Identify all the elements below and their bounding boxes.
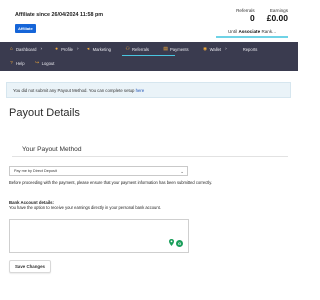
rank-progress-bar	[216, 36, 288, 38]
user-icon: ●	[55, 47, 59, 52]
nav-item-marketing[interactable]: ◂ Marketing	[86, 47, 111, 52]
earnings-value: £0.00	[266, 13, 288, 23]
nav-item-help[interactable]: ? Help	[9, 61, 25, 66]
earnings-stat: Earnings £0.00	[267, 8, 288, 23]
nav-item-payments[interactable]: ▤ Payments	[163, 47, 189, 52]
referrals-icon: ⚇	[125, 47, 130, 52]
nav-label: Wallet	[209, 47, 222, 52]
active-nav-indicator	[122, 55, 175, 56]
payout-info-text: Before proceeding with the payment, plea…	[9, 180, 213, 185]
stats: Referrals 0 Earnings £0.00	[236, 8, 288, 23]
affiliate-badge: Affiliate	[15, 24, 36, 33]
nav-row-2: ? Help ↪ Logout	[0, 58, 298, 69]
chevron-right-icon: ›	[40, 47, 43, 52]
nav-label: Marketing	[92, 47, 111, 52]
nav-label: Dashboard	[16, 47, 37, 52]
bank-details-textarea[interactable]	[9, 219, 189, 253]
grammar-check-icon[interactable]: G	[176, 240, 183, 247]
megaphone-icon: ◂	[86, 47, 90, 52]
referrals-stat: Referrals 0	[236, 8, 255, 23]
referrals-value: 0	[249, 13, 255, 23]
logout-icon: ↪	[35, 61, 40, 66]
nav-label: Reports	[242, 47, 258, 52]
payout-notice: You did not submit any Payout Method. Yo…	[6, 82, 291, 98]
nav-item-logout[interactable]: ↪ Logout	[35, 61, 55, 66]
save-changes-button[interactable]: Save Changes	[9, 260, 51, 273]
nav-item-wallet[interactable]: ◉ Wallet ›	[203, 47, 227, 52]
page-title: Payout Details	[9, 107, 80, 119]
chevron-down-icon: ⌄	[180, 168, 184, 174]
nav-item-reports[interactable]: Reports	[243, 47, 258, 52]
rank-prefix: Until	[227, 29, 238, 34]
affiliate-since-text: Affiliate since 26/04/2024 11:58 pm	[15, 12, 104, 18]
section-title: Your Payout Method	[22, 146, 82, 153]
notice-link[interactable]: here	[136, 88, 145, 93]
nav-item-profile[interactable]: ● Profile ›	[54, 47, 78, 52]
nav-label: Logout	[41, 61, 55, 66]
nav-item-referrals[interactable]: ⚇ Referrals	[125, 47, 149, 52]
chevron-right-icon: ›	[225, 47, 227, 52]
main-nav: ⌂ Dashboard › ● Profile › ◂ Marketing ⚇ …	[0, 42, 298, 71]
top-header: Affiliate since 26/04/2024 11:58 pm Affi…	[0, 0, 298, 41]
nav-label: Payments	[169, 47, 189, 52]
rank-suffix: Rank...	[261, 29, 276, 34]
nav-label: Profile	[61, 47, 73, 52]
chevron-right-icon: ›	[76, 47, 79, 52]
rank-name: Associate	[238, 29, 261, 34]
notice-text: You did not submit any Payout Method. Yo…	[13, 88, 136, 93]
wallet-icon: ◉	[203, 47, 208, 52]
payout-method-select[interactable]: Pay me by Direct Deposit ⌄	[9, 166, 188, 176]
rank-status: Until Associate Rank...	[228, 29, 276, 34]
payout-method-value: Pay me by Direct Deposit	[14, 169, 57, 173]
help-icon: ?	[10, 61, 13, 66]
payments-icon: ▤	[163, 47, 168, 52]
location-pin-icon[interactable]	[169, 239, 174, 246]
nav-row-1: ⌂ Dashboard › ● Profile › ◂ Marketing ⚇ …	[0, 44, 298, 55]
bank-details-description: You have the option to receive your earn…	[9, 205, 161, 210]
home-icon: ⌂	[10, 47, 13, 52]
section-divider	[12, 156, 288, 157]
nav-label: Help	[16, 61, 25, 66]
nav-label: Referrals	[131, 47, 149, 52]
nav-item-dashboard[interactable]: ⌂ Dashboard ›	[9, 47, 42, 52]
